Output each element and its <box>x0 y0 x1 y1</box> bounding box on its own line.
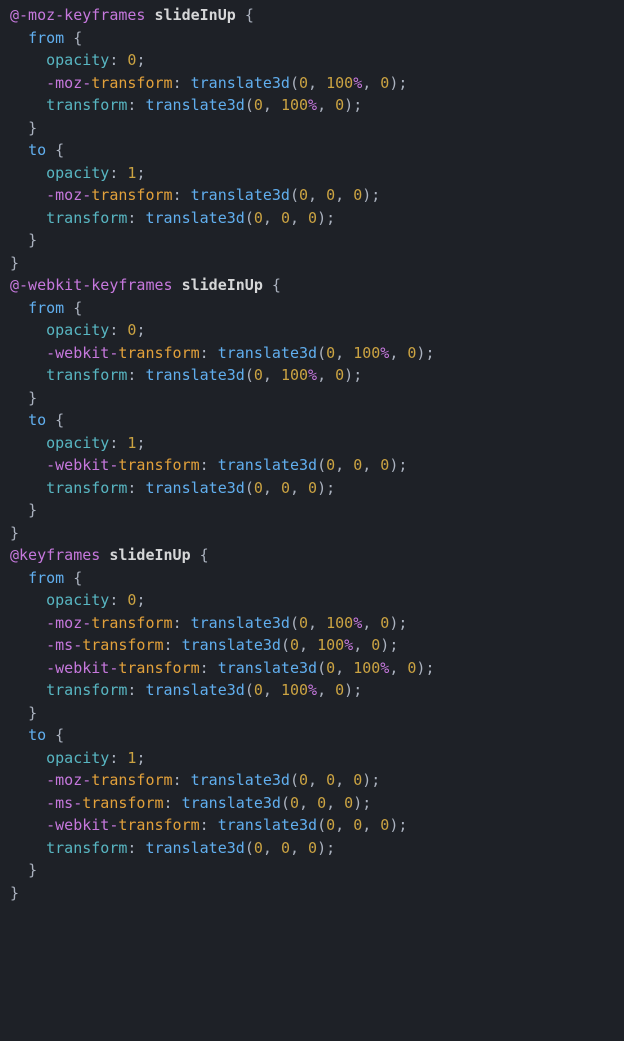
code-line[interactable]: -moz-transform: translate3d(0, 0, 0); <box>10 184 614 207</box>
code-line[interactable]: opacity: 1; <box>10 747 614 770</box>
code-line[interactable]: opacity: 1; <box>10 162 614 185</box>
code-line[interactable]: @-webkit-keyframes slideInUp { <box>10 274 614 297</box>
code-line[interactable]: -moz-transform: translate3d(0, 100%, 0); <box>10 612 614 635</box>
code-line[interactable]: transform: translate3d(0, 0, 0); <box>10 837 614 860</box>
code-line[interactable]: -webkit-transform: translate3d(0, 100%, … <box>10 342 614 365</box>
code-line[interactable]: -webkit-transform: translate3d(0, 100%, … <box>10 657 614 680</box>
code-line[interactable]: } <box>10 117 614 140</box>
code-line[interactable]: opacity: 1; <box>10 432 614 455</box>
code-line[interactable]: opacity: 0; <box>10 589 614 612</box>
code-line[interactable]: } <box>10 882 614 905</box>
code-line[interactable]: @-moz-keyframes slideInUp { <box>10 4 614 27</box>
code-line[interactable]: opacity: 0; <box>10 49 614 72</box>
code-line[interactable]: -moz-transform: translate3d(0, 0, 0); <box>10 769 614 792</box>
code-line[interactable]: -moz-transform: translate3d(0, 100%, 0); <box>10 72 614 95</box>
code-line[interactable]: from { <box>10 567 614 590</box>
code-line[interactable]: to { <box>10 724 614 747</box>
code-editor[interactable]: @-moz-keyframes slideInUp { from { opaci… <box>0 0 624 1041</box>
code-line[interactable]: } <box>10 522 614 545</box>
code-line[interactable]: -webkit-transform: translate3d(0, 0, 0); <box>10 454 614 477</box>
code-line[interactable]: @keyframes slideInUp { <box>10 544 614 567</box>
code-line[interactable]: to { <box>10 409 614 432</box>
code-line[interactable]: } <box>10 859 614 882</box>
code-line[interactable]: transform: translate3d(0, 100%, 0); <box>10 679 614 702</box>
code-line[interactable]: } <box>10 702 614 725</box>
code-line[interactable]: from { <box>10 297 614 320</box>
code-line[interactable]: transform: translate3d(0, 100%, 0); <box>10 94 614 117</box>
code-line[interactable]: } <box>10 387 614 410</box>
code-line[interactable]: -ms-transform: translate3d(0, 0, 0); <box>10 792 614 815</box>
code-line[interactable]: to { <box>10 139 614 162</box>
code-line[interactable]: } <box>10 499 614 522</box>
code-line[interactable]: -ms-transform: translate3d(0, 100%, 0); <box>10 634 614 657</box>
code-line[interactable]: } <box>10 252 614 275</box>
code-line[interactable]: opacity: 0; <box>10 319 614 342</box>
code-line[interactable]: transform: translate3d(0, 0, 0); <box>10 207 614 230</box>
code-line[interactable]: from { <box>10 27 614 50</box>
code-line[interactable]: } <box>10 229 614 252</box>
code-line[interactable]: transform: translate3d(0, 100%, 0); <box>10 364 614 387</box>
code-line[interactable]: -webkit-transform: translate3d(0, 0, 0); <box>10 814 614 837</box>
code-line[interactable]: transform: translate3d(0, 0, 0); <box>10 477 614 500</box>
